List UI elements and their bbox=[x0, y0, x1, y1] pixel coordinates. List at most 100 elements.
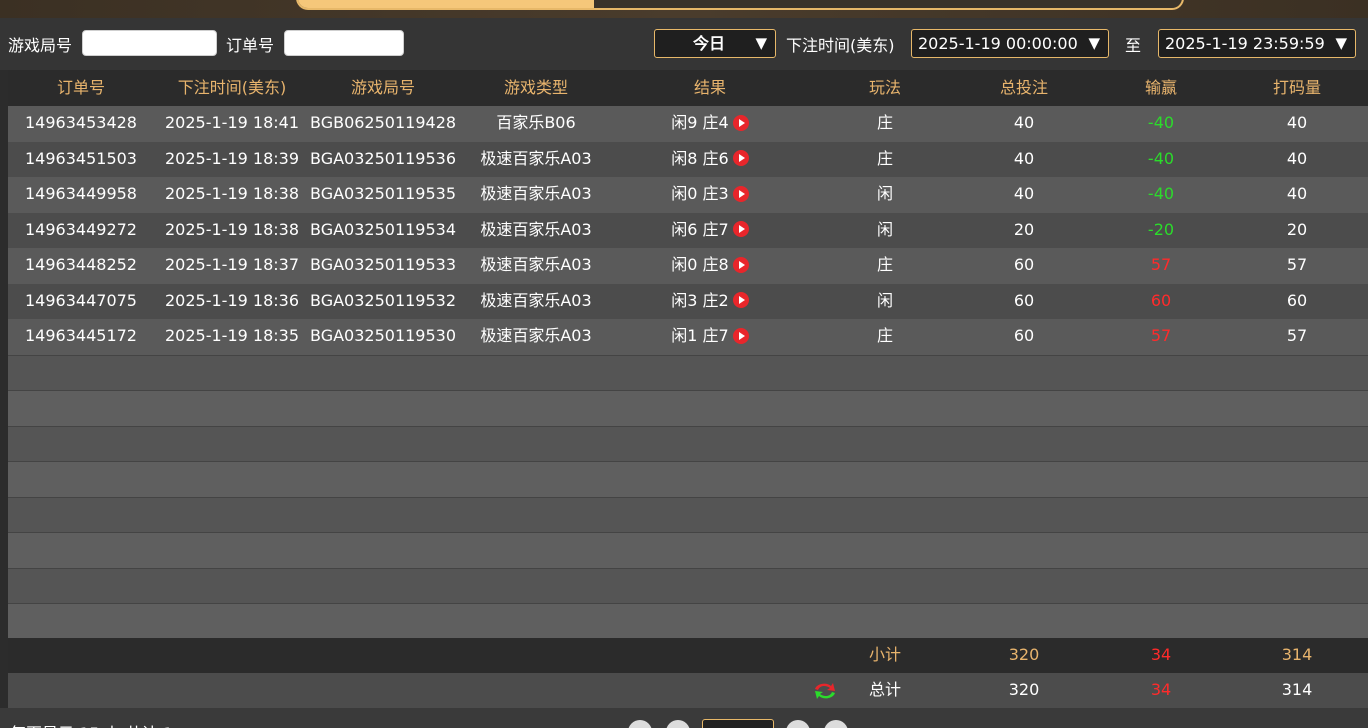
cell-order: 14963449272 bbox=[25, 219, 137, 239]
table-header: 订单号 下注时间(美东) 游戏局号 游戏类型 结果 玩法 总投注 输赢 打码量 bbox=[8, 70, 1368, 106]
cell-time: 2025-1-19 18:35 bbox=[165, 326, 299, 345]
result-text: 闲6 庄7 bbox=[671, 219, 729, 239]
table-row[interactable]: 14963448252 2025-1-19 18:37 BGA03250119533… bbox=[8, 248, 1368, 284]
result-text: 闲8 庄6 bbox=[671, 148, 729, 168]
next-page-button[interactable] bbox=[786, 720, 810, 728]
table-row[interactable]: 14963449272 2025-1-19 18:38 BGA03250119534… bbox=[8, 212, 1368, 248]
table-row[interactable]: 14963449958 2025-1-19 18:38 BGA03250119535… bbox=[8, 177, 1368, 213]
cell-result: 闲1 庄7 bbox=[616, 319, 804, 354]
play-replay-icon[interactable] bbox=[732, 221, 749, 237]
empty-row bbox=[8, 567, 1368, 603]
play-replay-icon[interactable] bbox=[732, 292, 749, 308]
empty-row bbox=[8, 496, 1368, 532]
col-total-bet[interactable]: 总投注 bbox=[966, 70, 1082, 106]
cell-order: 14963449958 bbox=[25, 184, 137, 203]
cell-result: 闲6 庄7 bbox=[616, 213, 804, 248]
col-result[interactable]: 结果 bbox=[616, 70, 804, 106]
top-strip bbox=[0, 0, 1368, 18]
subtotal-bet: 320 bbox=[1008, 645, 1040, 664]
table-row[interactable]: 14963447075 2025-1-19 18:36 BGA03250119532… bbox=[8, 283, 1368, 319]
cell-order: 14963451503 bbox=[25, 148, 137, 168]
page-info: 每页显示 15 上 共计 1 bbox=[10, 720, 173, 728]
play-replay-icon[interactable] bbox=[732, 185, 749, 202]
end-time-value: 2025-1-19 23:59:59 bbox=[1165, 34, 1325, 53]
table-row[interactable]: 14963451503 2025-1-19 18:39 BGA03250119536… bbox=[8, 141, 1368, 177]
chevron-down-icon: ▼ bbox=[755, 34, 767, 52]
last-page-button[interactable] bbox=[824, 720, 848, 728]
cell-winloss: -40 bbox=[1147, 184, 1175, 203]
cell-order: 14963453428 bbox=[25, 113, 137, 132]
grandtotal-label: 总计 bbox=[868, 680, 901, 699]
grandtotal-turnover: 314 bbox=[1281, 680, 1313, 699]
cell-turnover: 40 bbox=[1286, 148, 1308, 168]
result-text: 闲0 庄8 bbox=[671, 255, 729, 274]
cell-time: 2025-1-19 18:41 bbox=[165, 113, 299, 132]
order-input[interactable] bbox=[284, 30, 404, 56]
cell-turnover: 40 bbox=[1286, 184, 1308, 203]
col-game-type[interactable]: 游戏类型 bbox=[456, 70, 616, 106]
cell-type: 极速百家乐A03 bbox=[480, 148, 592, 168]
start-time-select[interactable]: 2025-1-19 00:00:00 ▼ bbox=[911, 29, 1109, 58]
col-order[interactable]: 订单号 bbox=[8, 70, 154, 106]
cell-result: 闲9 庄4 bbox=[616, 106, 804, 141]
first-page-button[interactable] bbox=[628, 720, 652, 728]
cell-result: 闲0 庄8 bbox=[616, 248, 804, 283]
cell-round: BGA03250119533 bbox=[310, 255, 457, 274]
subtotal-row: 小计 320 34 314 bbox=[8, 638, 1368, 673]
grandtotal-winloss: 34 bbox=[1150, 680, 1172, 699]
to-label: 至 bbox=[1125, 36, 1142, 55]
table-row[interactable]: 14963445172 2025-1-19 18:35 BGA03250119530… bbox=[8, 319, 1368, 355]
grandtotal-bet: 320 bbox=[1008, 680, 1040, 699]
cell-time: 2025-1-19 18:38 bbox=[165, 219, 299, 239]
subtotal-winloss: 34 bbox=[1150, 645, 1172, 664]
tab-bar[interactable] bbox=[296, 0, 1184, 10]
empty-row bbox=[8, 532, 1368, 568]
cell-bet: 60 bbox=[1013, 326, 1035, 345]
cell-round: BGA03250119534 bbox=[310, 219, 457, 239]
cell-time: 2025-1-19 18:36 bbox=[165, 290, 299, 310]
tab-active[interactable] bbox=[298, 0, 594, 8]
cell-time: 2025-1-19 18:39 bbox=[165, 148, 299, 168]
subtotal-turnover: 314 bbox=[1281, 645, 1313, 664]
game-round-label: 游戏局号 bbox=[8, 36, 73, 55]
cell-winloss: 60 bbox=[1150, 290, 1172, 310]
cell-winloss: 57 bbox=[1150, 326, 1172, 345]
cell-turnover: 40 bbox=[1286, 113, 1308, 132]
play-replay-icon[interactable] bbox=[732, 327, 749, 344]
game-round-input[interactable] bbox=[82, 30, 217, 56]
play-replay-icon[interactable] bbox=[732, 256, 749, 273]
cell-turnover: 60 bbox=[1286, 290, 1308, 310]
cell-round: BGA03250119532 bbox=[310, 290, 457, 310]
subtotal-label: 小计 bbox=[868, 645, 901, 664]
col-turnover[interactable]: 打码量 bbox=[1240, 70, 1354, 106]
result-text: 闲1 庄7 bbox=[671, 326, 729, 345]
cell-winloss: -20 bbox=[1147, 219, 1175, 239]
end-time-select[interactable]: 2025-1-19 23:59:59 ▼ bbox=[1158, 29, 1356, 58]
prev-page-button[interactable] bbox=[666, 720, 690, 728]
cell-play: 闲 bbox=[876, 219, 893, 239]
period-select[interactable]: 今日 ▼ bbox=[654, 29, 776, 58]
play-replay-icon[interactable] bbox=[732, 114, 749, 131]
cell-type: 极速百家乐A03 bbox=[480, 184, 592, 203]
play-replay-icon[interactable] bbox=[732, 150, 749, 166]
result-text: 闲0 庄3 bbox=[671, 184, 729, 203]
col-play[interactable]: 玩法 bbox=[804, 70, 966, 106]
filter-bar: 游戏局号 订单号 今日 ▼ 下注时间(美东) 2025-1-19 00:00:0… bbox=[0, 18, 1368, 70]
empty-row bbox=[8, 425, 1368, 461]
col-round[interactable]: 游戏局号 bbox=[310, 70, 456, 106]
left-edge bbox=[0, 70, 8, 708]
period-value: 今日 bbox=[692, 34, 725, 53]
empty-row bbox=[8, 354, 1368, 390]
page-number-input[interactable] bbox=[702, 719, 774, 728]
cell-bet: 20 bbox=[1013, 219, 1035, 239]
col-bet-time[interactable]: 下注时间(美东) bbox=[154, 70, 310, 106]
cell-bet: 40 bbox=[1013, 148, 1035, 168]
cell-time: 2025-1-19 18:37 bbox=[165, 255, 299, 274]
col-win-loss[interactable]: 输赢 bbox=[1082, 70, 1240, 106]
cell-play: 庄 bbox=[876, 113, 893, 132]
cell-play: 庄 bbox=[876, 148, 893, 168]
cell-play: 闲 bbox=[876, 290, 893, 310]
cell-play: 庄 bbox=[876, 326, 893, 345]
chevron-down-icon: ▼ bbox=[1335, 34, 1347, 52]
table-row[interactable]: 14963453428 2025-1-19 18:41 BGB06250119428… bbox=[8, 106, 1368, 142]
